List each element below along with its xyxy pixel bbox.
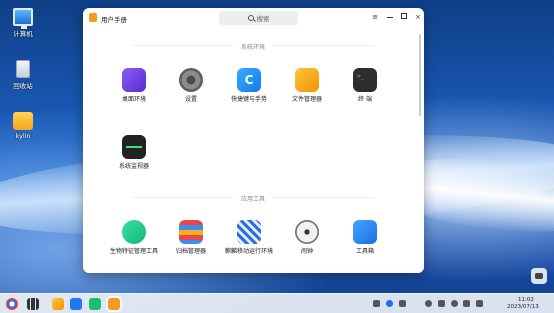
notification-icon[interactable] — [463, 300, 470, 307]
file-manager-icon[interactable] — [52, 298, 64, 310]
search-placeholder: 搜索 — [256, 15, 270, 23]
section-title-system: 系统环境 — [83, 42, 423, 51]
app-system-monitor[interactable]: 系统监视器 — [106, 135, 162, 171]
minimize-button[interactable] — [385, 12, 395, 22]
app-archive-manager[interactable]: 归档管理器 — [163, 220, 219, 256]
desktop-icon-trash[interactable]: 回收站 — [6, 60, 40, 90]
app-label: 设置 — [184, 96, 197, 103]
app-label: 终 端 — [358, 96, 372, 103]
user-manual-icon[interactable] — [108, 298, 120, 310]
clock-icon — [295, 220, 319, 244]
desktop-icon-computer[interactable]: 计算机 — [6, 8, 40, 38]
app-file-manager[interactable]: 文件管理器 — [279, 68, 335, 104]
multitask-icon[interactable] — [27, 298, 39, 310]
search-input[interactable]: 搜索 — [219, 11, 298, 25]
app-mobile-runtime[interactable]: 麒麟移动运行环境 — [221, 220, 277, 256]
input-method-icon[interactable] — [386, 300, 393, 307]
desktop-icon-label: 计算机 — [13, 30, 33, 38]
shortcut-icon — [237, 68, 261, 92]
system-monitor-icon — [122, 135, 146, 159]
biometric-icon — [122, 220, 146, 244]
volume-icon[interactable] — [399, 300, 406, 307]
close-button[interactable]: × — [413, 12, 423, 22]
app-label: 文件管理器 — [291, 96, 322, 103]
app-label: 系统监视器 — [118, 163, 149, 170]
power-icon[interactable] — [451, 300, 458, 307]
desktop-icon-label: 回收站 — [13, 82, 33, 90]
app-label: 闹钟 — [300, 248, 313, 255]
toolbox-icon — [353, 220, 377, 244]
trash-icon — [16, 60, 30, 78]
clipboard-icon[interactable] — [476, 300, 483, 307]
clock-time[interactable]: 11:02 — [518, 296, 534, 304]
desktop-icon-folder[interactable]: kylin — [6, 112, 40, 140]
app-label: 麒麟移动运行环境 — [224, 248, 273, 255]
section-title-apps: 应用工具 — [83, 194, 423, 203]
settings-gear-icon — [179, 68, 203, 92]
minimize-icon — [387, 16, 393, 18]
app-shortcuts[interactable]: 快捷键与手势 — [221, 68, 277, 104]
mobile-runtime-icon — [237, 220, 261, 244]
window-title: 用户手册 — [101, 16, 127, 24]
app-settings[interactable]: 设置 — [163, 68, 219, 104]
assistant-icon[interactable] — [531, 268, 547, 284]
bluetooth-icon[interactable] — [438, 300, 445, 307]
app-label: 归档管理器 — [175, 248, 206, 255]
user-manual-app-icon — [89, 13, 97, 22]
start-menu-icon[interactable] — [6, 298, 18, 310]
green-app-icon[interactable] — [89, 298, 101, 310]
taskbar: 11:02 2023/07/13 — [0, 293, 554, 313]
desktop-icon-label: kylin — [15, 132, 31, 140]
menu-button[interactable]: ≡ — [370, 12, 380, 22]
maximize-button[interactable] — [399, 12, 409, 22]
search-icon — [247, 15, 254, 21]
clock-date[interactable]: 2023/07/13 — [507, 304, 539, 310]
app-label: 生物特征管理工具 — [109, 248, 158, 255]
maximize-icon — [401, 13, 407, 19]
desktop-environment-icon — [122, 68, 146, 92]
app-toolbox[interactable]: 工具箱 — [337, 220, 393, 256]
archive-manager-icon — [179, 220, 203, 244]
search-icon[interactable] — [425, 300, 432, 307]
window-titlebar[interactable]: 用户手册 搜索 ≡ × — [83, 8, 424, 28]
app-label: 桌面环境 — [121, 96, 146, 103]
app-alarm-clock[interactable]: 闹钟 — [279, 220, 335, 256]
app-label: 快捷键与手势 — [230, 96, 267, 103]
terminal-icon — [353, 68, 377, 92]
network-icon[interactable] — [373, 300, 380, 307]
file-manager-icon — [295, 68, 319, 92]
app-label: 工具箱 — [355, 248, 374, 255]
app-terminal[interactable]: 终 端 — [337, 68, 393, 104]
wps-icon[interactable] — [70, 298, 82, 310]
app-desktop-environment[interactable]: 桌面环境 — [106, 68, 162, 104]
app-biometric-tool[interactable]: 生物特征管理工具 — [106, 220, 162, 256]
folder-icon — [13, 112, 33, 130]
computer-icon — [13, 8, 33, 29]
user-manual-window: 用户手册 搜索 ≡ × 系统环境 桌面环境 设置 快捷键与手势 文件管理器 终 … — [83, 8, 424, 273]
